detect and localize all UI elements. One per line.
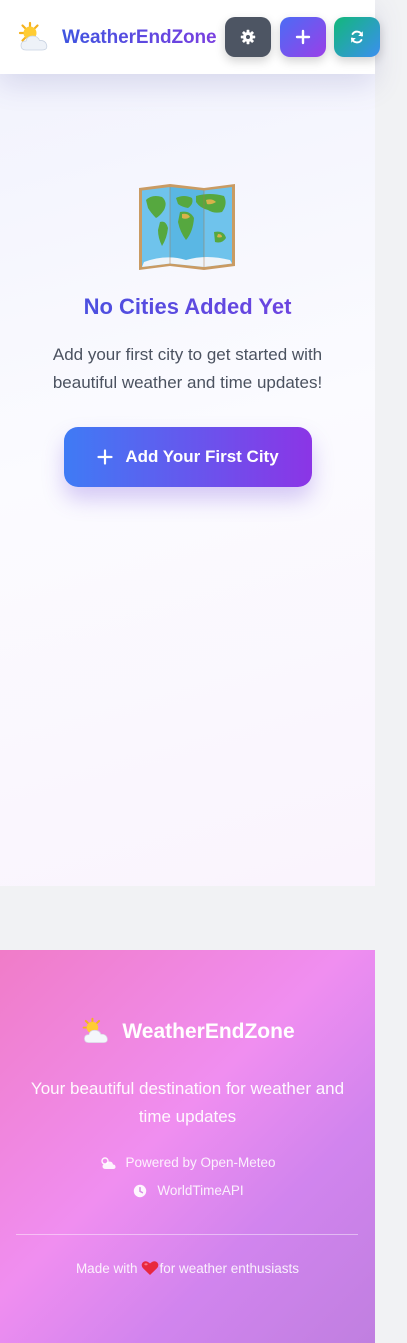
footer-brand-name: WeatherEndZone — [122, 1020, 295, 1043]
credit-open-meteo: Powered by Open-Meteo — [0, 1155, 375, 1170]
sun-behind-cloud-icon — [82, 1017, 109, 1044]
sun-behind-cloud-icon — [18, 21, 48, 51]
empty-state-description: Add your first city to get started with … — [52, 345, 323, 392]
empty-state-title: No Cities Added Yet — [0, 294, 375, 320]
footer-tagline: Your beautiful destination for weather a… — [30, 1079, 345, 1126]
credit-label: Powered by Open-Meteo — [125, 1155, 276, 1170]
plus-icon — [97, 449, 113, 465]
add-first-city-button[interactable]: Add Your First City — [64, 427, 312, 487]
made-suffix: for weather enthusiasts — [159, 1260, 300, 1276]
brand-name: WeatherEndZone — [62, 27, 217, 48]
main-content: No Cities Added Yet Add your first city … — [0, 74, 375, 886]
world-map-icon — [139, 184, 235, 270]
credit-label: WorldTimeAPI — [157, 1183, 244, 1198]
cta-label: Add Your First City — [125, 447, 279, 466]
add-city-button[interactable] — [280, 17, 326, 57]
refresh-button[interactable] — [334, 17, 380, 57]
footer-brand: WeatherEndZone — [0, 1016, 375, 1048]
gear-icon — [240, 29, 256, 45]
cloud-sun-icon — [101, 1156, 116, 1169]
made-with-line: Made with for weather enthusiasts — [0, 1260, 375, 1276]
made-prefix: Made with — [75, 1260, 138, 1276]
page: WeatherEndZone No Cities Added Yet Add y… — [0, 0, 380, 1343]
footer: WeatherEndZone Your beautiful destinatio… — [0, 950, 375, 1343]
footer-divider — [16, 1234, 358, 1235]
heart-icon — [142, 1261, 159, 1275]
plus-icon — [295, 29, 311, 45]
settings-button[interactable] — [225, 17, 271, 57]
app-header: WeatherEndZone — [0, 0, 380, 74]
clock-icon — [134, 1184, 147, 1197]
credit-worldtimeapi: WorldTimeAPI — [0, 1183, 375, 1198]
brand[interactable]: WeatherEndZone — [16, 20, 217, 56]
refresh-icon — [351, 30, 363, 44]
